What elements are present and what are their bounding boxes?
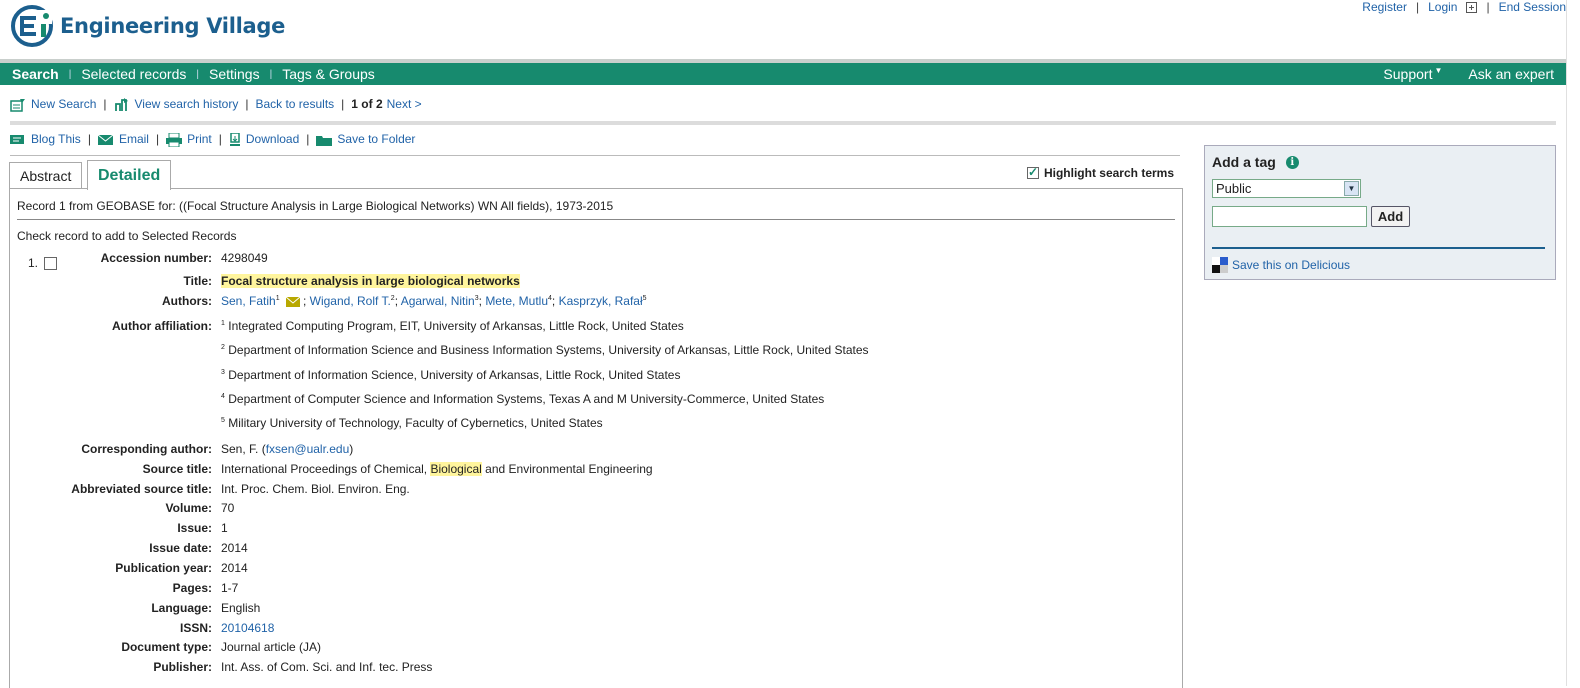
- print-icon: [166, 132, 183, 147]
- tag-divider: [1212, 247, 1545, 249]
- new-search-icon: [10, 98, 25, 112]
- blog-icon: [10, 135, 24, 145]
- corresponding-email-link[interactable]: fxsen@ualr.edu: [266, 442, 350, 456]
- toolbar-divider: [10, 121, 1556, 125]
- divider: |: [1415, 0, 1420, 14]
- tag-input[interactable]: [1212, 206, 1367, 227]
- blog-this-button[interactable]: Blog This: [10, 132, 81, 146]
- tab-abstract[interactable]: Abstract: [9, 162, 83, 189]
- save-delicious-link[interactable]: Save this on Delicious: [1212, 257, 1350, 273]
- affiliation-item: 5 Military University of Technology, Fac…: [221, 416, 603, 430]
- folder-icon: [316, 136, 333, 147]
- engineering-village-logo-icon: [10, 4, 56, 48]
- add-tag-panel: Add a tag i Public ▼ Add Save this on De…: [1204, 145, 1556, 280]
- affiliation-item: 1 Integrated Computing Program, EIT, Uni…: [221, 319, 684, 333]
- add-tag-title: Add a tag: [1212, 154, 1276, 170]
- nav-ask-expert[interactable]: Ask an expert: [1468, 66, 1554, 82]
- search-toolbar: New Search | View search history | Back …: [10, 97, 422, 112]
- end-session-link[interactable]: End Session: [1499, 0, 1566, 14]
- affiliation-item: 3 Department of Information Science, Uni…: [221, 368, 681, 382]
- nav-search[interactable]: Search: [12, 66, 59, 82]
- top-links: Register | Login | End Session: [1362, 0, 1566, 14]
- logo[interactable]: Engineering Village: [10, 4, 285, 48]
- nav-support[interactable]: Support ▼: [1383, 66, 1442, 82]
- next-link[interactable]: Next >: [387, 97, 422, 111]
- author-link[interactable]: Kasprzyk, Rafał: [559, 294, 643, 308]
- author-link[interactable]: Wigand, Rolf T.: [310, 294, 391, 308]
- info-icon[interactable]: i: [1285, 155, 1299, 169]
- result-position: 1 of 2: [351, 97, 383, 112]
- author-link[interactable]: Sen, Fatih: [221, 294, 276, 308]
- download-button[interactable]: Download: [229, 132, 299, 147]
- history-icon: [114, 97, 128, 111]
- download-icon: [229, 132, 240, 146]
- author-link[interactable]: Mete, Mutlu: [485, 294, 548, 308]
- back-to-results-link[interactable]: Back to results: [255, 97, 334, 111]
- view-search-history-button[interactable]: View search history: [114, 97, 238, 112]
- tag-visibility-select[interactable]: Public ▼: [1212, 179, 1361, 198]
- email-button[interactable]: Email: [97, 132, 149, 146]
- highlight-search-terms-toggle[interactable]: Highlight search terms: [1026, 165, 1174, 180]
- check-record-instruction: Check record to add to Selected Records: [17, 229, 237, 243]
- highlight-checkbox[interactable]: [1026, 165, 1039, 179]
- author-link[interactable]: Agarwal, Nitin: [401, 294, 475, 308]
- record-actions-toolbar: Blog This | Email | Print | Download | S…: [10, 132, 415, 147]
- logo-text: Engineering Village: [60, 14, 286, 38]
- record-divider: [17, 219, 1175, 220]
- expand-login-icon[interactable]: [1466, 1, 1478, 13]
- email-icon: [97, 134, 114, 145]
- highlight-label: Highlight search terms: [1043, 166, 1174, 180]
- affiliation-item: 4 Department of Computer Science and Inf…: [221, 392, 825, 406]
- content-top-rule: [10, 155, 1180, 156]
- divider: |: [1486, 0, 1490, 14]
- tab-detailed[interactable]: Detailed: [87, 160, 172, 190]
- nav-selected-records[interactable]: Selected records: [81, 66, 186, 82]
- record-source-line: Record 1 from GEOBASE for: ((Focal Struc…: [17, 199, 614, 213]
- print-button[interactable]: Print: [166, 132, 212, 147]
- issn-link[interactable]: 20104618: [221, 621, 274, 635]
- record-title: Focal structure analysis in large biolog…: [221, 274, 520, 288]
- main-nav: Search | Selected records | Settings | T…: [0, 63, 1566, 85]
- delicious-icon: [1212, 257, 1228, 273]
- nav-tags-groups[interactable]: Tags & Groups: [282, 66, 375, 82]
- register-link[interactable]: Register: [1362, 0, 1407, 14]
- login-link[interactable]: Login: [1428, 0, 1457, 14]
- email-author-icon[interactable]: [285, 296, 300, 307]
- caret-down-icon: ▼: [1434, 66, 1443, 75]
- nav-settings[interactable]: Settings: [209, 66, 260, 82]
- add-tag-button[interactable]: Add: [1371, 206, 1410, 227]
- affiliation-item: 2 Department of Information Science and …: [221, 343, 869, 357]
- window-edge: [1566, 0, 1580, 686]
- chevron-down-icon: ▼: [1344, 181, 1359, 196]
- save-to-folder-button[interactable]: Save to Folder: [316, 132, 415, 146]
- new-search-button[interactable]: New Search: [10, 97, 96, 112]
